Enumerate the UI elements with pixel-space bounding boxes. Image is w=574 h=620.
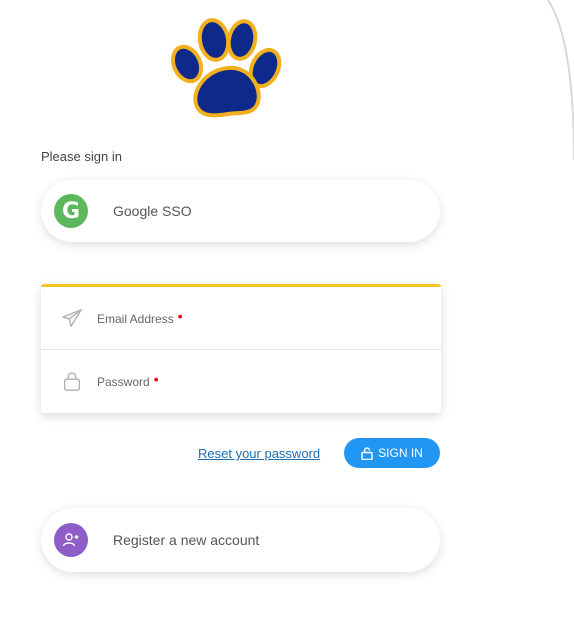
password-required-indicator: •: [153, 371, 159, 387]
paper-plane-icon: [62, 309, 82, 327]
google-sso-label: Google SSO: [113, 203, 192, 219]
sign-in-button-label: SIGN IN: [378, 446, 423, 460]
password-label: Password •: [97, 371, 159, 389]
register-account-button[interactable]: Register a new account: [41, 508, 440, 572]
lock-icon: [63, 372, 81, 391]
sign-in-button[interactable]: SIGN IN: [344, 438, 440, 468]
password-label-text: Password: [97, 375, 150, 389]
unlock-icon: [361, 446, 373, 460]
password-field[interactable]: Password •: [41, 349, 441, 412]
register-account-label: Register a new account: [113, 532, 260, 548]
email-label-text: Email Address: [97, 312, 174, 326]
sign-in-prompt: Please sign in: [41, 149, 122, 164]
email-label: Email Address •: [97, 308, 183, 326]
google-icon: G: [54, 194, 88, 228]
email-field[interactable]: Email Address •: [41, 287, 441, 349]
add-user-icon: [54, 523, 88, 557]
google-icon-letter: G: [61, 198, 81, 224]
paw-print-logo: [170, 18, 282, 118]
login-form: Email Address • Password •: [41, 284, 441, 413]
email-required-indicator: •: [177, 308, 183, 324]
reset-password-link[interactable]: Reset your password: [198, 446, 320, 461]
google-sso-button[interactable]: G Google SSO: [41, 180, 440, 242]
